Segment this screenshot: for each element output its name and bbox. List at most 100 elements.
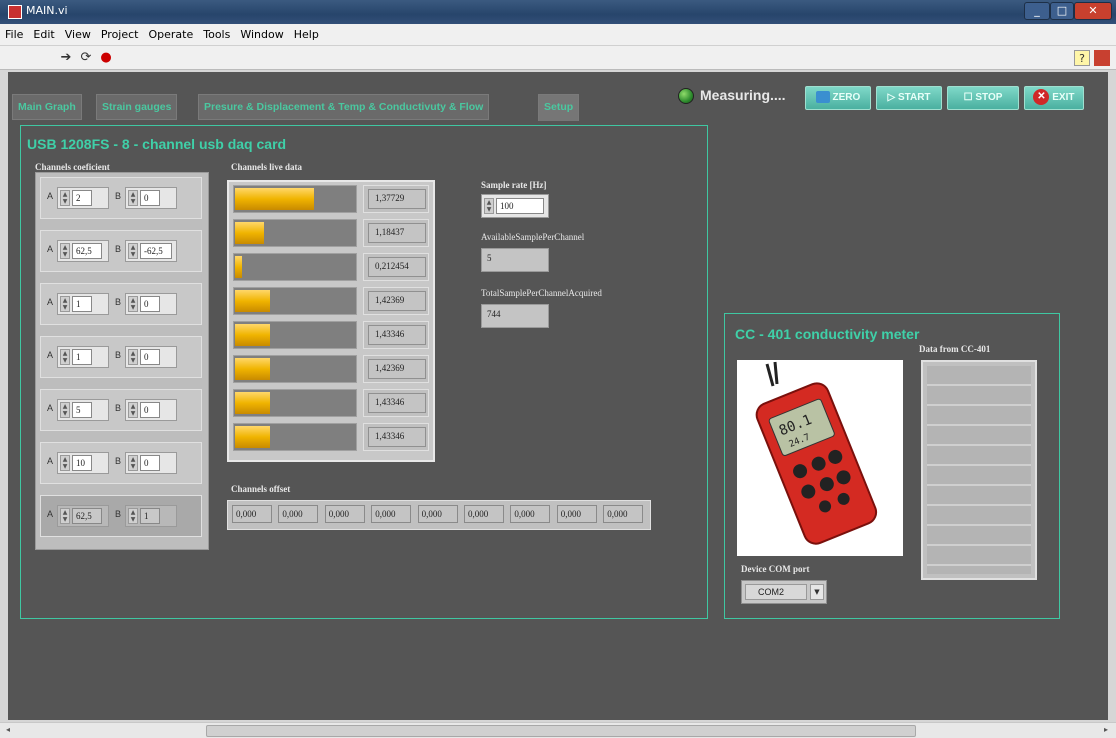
scroll-right-icon[interactable]: ▸ [1100,725,1112,737]
offset-label: Channels offset [231,484,291,494]
available-value: 5 [481,248,549,272]
spinner-icon[interactable]: ▲ ▼ [60,296,70,312]
coef-b-value[interactable]: 0 [140,190,160,206]
coef-row: A ▲ ▼ 62,5 B ▲ ▼ -62,5 [40,230,202,272]
com-port-select[interactable]: COM2 ▼ [741,580,827,604]
coef-b-control[interactable]: ▲ ▼ 0 [125,399,177,421]
abort-icon[interactable]: ● [98,50,114,66]
coef-b-value[interactable]: 0 [140,455,160,471]
spinner-icon[interactable]: ▲ ▼ [60,243,70,259]
coef-b-control[interactable]: ▲ ▼ 0 [125,293,177,315]
channel-value-box: 1,43346 [363,423,429,451]
horizontal-scrollbar[interactable]: ◂ ▸ [0,722,1116,738]
coef-b-control[interactable]: ▲ ▼ -62,5 [125,240,177,262]
coef-b-control[interactable]: ▲ ▼ 1 [125,505,177,527]
coef-b-value[interactable]: 0 [140,349,160,365]
tab-strain-gauges[interactable]: Strain gauges [96,94,178,120]
offset-cell[interactable]: 0,000 [464,505,504,523]
zero-button[interactable]: ZERO [805,86,871,110]
coef-b-value[interactable]: 0 [140,296,160,312]
spinner-icon[interactable]: ▲ ▼ [128,190,138,206]
minimize-button[interactable]: _ [1024,2,1050,20]
coef-a-control[interactable]: ▲ ▼ 1 [57,293,109,315]
coef-b-control[interactable]: ▲ ▼ 0 [125,452,177,474]
tab-setup[interactable]: Setup [538,94,580,121]
coef-a-value[interactable]: 10 [72,455,92,471]
menu-window[interactable]: Window [235,24,288,41]
spinner-icon[interactable]: ▲ ▼ [128,508,138,524]
help-icon[interactable]: ? [1074,50,1090,66]
b-label: B [115,403,122,413]
offset-cell[interactable]: 0,000 [556,505,597,523]
coef-a-control[interactable]: ▲ ▼ 10 [57,452,109,474]
stop-button[interactable]: ☐ STOP [947,86,1019,110]
sample-rate-control[interactable]: ▲ ▼ 100 [481,194,549,218]
spinner-icon[interactable]: ▲ ▼ [128,243,138,259]
spinner-icon[interactable]: ▲ ▼ [128,455,138,471]
coef-a-control[interactable]: ▲ ▼ 62,5 [57,505,109,527]
spinner-icon[interactable]: ▲ ▼ [128,349,138,365]
coef-a-value[interactable]: 2 [72,190,92,206]
coef-a-control[interactable]: ▲ ▼ 2 [57,187,109,209]
coef-a-value[interactable]: 62,5 [72,508,102,524]
coef-a-value[interactable]: 62,5 [72,243,102,259]
coef-b-control[interactable]: ▲ ▼ 0 [125,346,177,368]
offset-cell[interactable]: 0,000 [371,505,412,523]
coef-row: A ▲ ▼ 10 B ▲ ▼ 0 [40,442,202,484]
spinner-icon[interactable]: ▲ ▼ [60,508,70,524]
coef-b-value[interactable]: -62,5 [140,243,172,259]
offset-cell[interactable]: 0,000 [278,505,319,523]
spinner-icon[interactable]: ▲ ▼ [60,402,70,418]
maximize-button[interactable]: □ [1050,2,1074,20]
close-button[interactable]: ✕ [1074,2,1112,20]
sample-rate-label: Sample rate [Hz] [481,180,547,190]
coef-a-value[interactable]: 1 [72,349,92,365]
coef-a-control[interactable]: ▲ ▼ 1 [57,346,109,368]
run-arrow-icon[interactable]: ➔ [58,50,74,66]
menu-operate[interactable]: Operate [143,24,198,41]
menu-edit[interactable]: Edit [28,24,59,41]
offset-cell[interactable]: 0,000 [232,505,272,523]
spinner-icon[interactable]: ▲ ▼ [60,190,70,206]
spinner-icon[interactable]: ▲ ▼ [60,349,70,365]
spinner-icon[interactable]: ▲ ▼ [60,455,70,471]
menu-file[interactable]: File [0,24,28,41]
coef-b-value[interactable]: 1 [140,508,160,524]
coef-b-control[interactable]: ▲ ▼ 0 [125,187,177,209]
b-label: B [115,350,122,360]
offset-cell[interactable]: 0,000 [510,505,551,523]
coef-a-control[interactable]: ▲ ▼ 5 [57,399,109,421]
com-port-value[interactable]: COM2 [745,584,807,600]
menu-tools[interactable]: Tools [198,24,235,41]
b-label: B [115,509,122,519]
tab-main-graph[interactable]: Main Graph [12,94,82,120]
spinner-icon[interactable]: ▲ ▼ [484,198,494,214]
start-button[interactable]: ▷ START [876,86,942,110]
spinner-icon[interactable]: ▲ ▼ [128,296,138,312]
sample-rate-value[interactable]: 100 [496,198,544,214]
coef-a-control[interactable]: ▲ ▼ 62,5 [57,240,109,262]
coef-row: A ▲ ▼ 5 B ▲ ▼ 0 [40,389,202,431]
channel-value: 1,43346 [368,393,426,413]
exit-button[interactable]: ✕ EXIT [1024,86,1084,110]
coef-a-value[interactable]: 1 [72,296,92,312]
spinner-icon[interactable]: ▲ ▼ [128,402,138,418]
coef-array: A ▲ ▼ 2 B ▲ ▼ 0 A ▲ ▼ 62,5 B ▲ ▼ -62,5 A ▲ ▼ 1 B ▲… [35,172,209,550]
run-continuous-icon[interactable]: ⟳ [78,50,94,66]
scroll-thumb[interactable] [206,725,916,737]
offset-cell[interactable]: 0,000 [603,505,644,523]
menu-project[interactable]: Project [96,24,144,41]
channel-bar-fill [235,290,270,312]
tab-presure[interactable]: Presure & Displacement & Temp & Conducti… [198,94,490,120]
dropdown-icon[interactable]: ▼ [810,584,824,600]
channel-value: 1,43346 [368,325,426,345]
coef-b-value[interactable]: 0 [140,402,160,418]
menu-view[interactable]: View [60,24,96,41]
b-label: B [115,191,122,201]
scroll-left-icon[interactable]: ◂ [2,725,14,737]
offset-cell[interactable]: 0,000 [324,505,365,523]
offset-cell[interactable]: 0,000 [417,505,458,523]
channel-value-box: 1,18437 [363,219,429,247]
coef-a-value[interactable]: 5 [72,402,92,418]
menu-help[interactable]: Help [289,24,324,41]
